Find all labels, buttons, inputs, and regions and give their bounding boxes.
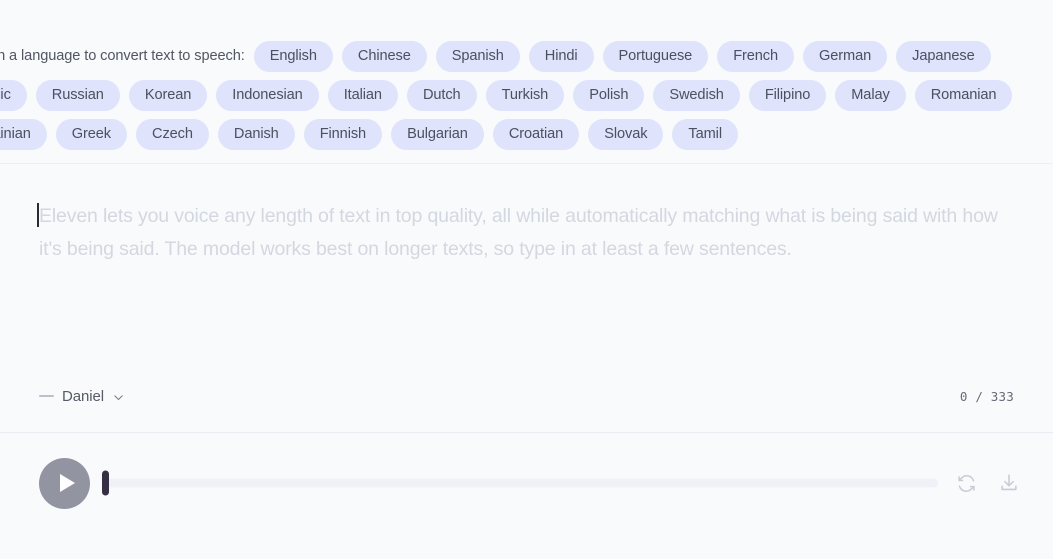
audio-player-controls [39, 457, 1021, 509]
language-chip[interactable]: Japanese [896, 41, 991, 72]
language-chip[interactable]: Italian [327, 80, 398, 111]
regenerate-button[interactable] [954, 471, 978, 495]
language-prompt-label: Click on a language to convert text to s… [0, 48, 245, 64]
text-to-speech-app: Click on a language to convert text to s… [0, 0, 1053, 559]
language-chip[interactable]: Turkish [485, 80, 565, 111]
language-chip[interactable]: Slovak [588, 119, 664, 150]
play-button[interactable] [39, 457, 90, 509]
language-chip[interactable]: Chinese [341, 41, 427, 72]
voice-selector-label: Daniel [62, 387, 104, 405]
language-chip[interactable]: Spanish [435, 41, 520, 72]
language-chip[interactable]: French [717, 41, 795, 72]
text-caret [37, 203, 39, 227]
language-chip[interactable]: Ukrainian [0, 119, 47, 150]
language-chip[interactable]: Tamil [672, 119, 738, 150]
player-action-buttons [954, 471, 1021, 495]
character-counter: 0 / 333 [959, 388, 1014, 404]
editor-footer: Daniel 0 / 333 [0, 385, 1053, 407]
language-chip[interactable]: Russian [35, 80, 120, 111]
language-chip[interactable]: Danish [217, 119, 295, 150]
chevron-down-icon [112, 391, 125, 404]
language-chip[interactable]: Dutch [406, 80, 477, 111]
download-button[interactable] [997, 471, 1021, 495]
text-input-area[interactable]: Eleven lets you voice any length of text… [37, 200, 1013, 265]
audio-progress-slider[interactable] [102, 470, 938, 496]
language-chip[interactable]: Polish [573, 80, 645, 111]
language-chip[interactable]: English [253, 41, 333, 72]
language-chip[interactable]: German [803, 41, 888, 72]
language-chip[interactable]: Romanian [914, 80, 1013, 111]
language-chip[interactable]: Portuguese [602, 41, 709, 72]
text-input-placeholder: Eleven lets you voice any length of text… [39, 205, 998, 260]
text-editor-panel[interactable]: Eleven lets you voice any length of text… [0, 164, 1053, 433]
audio-player-bar [0, 433, 1053, 559]
language-chip[interactable]: Korean [128, 80, 208, 111]
play-icon [59, 474, 75, 492]
language-chip[interactable]: Greek [55, 119, 127, 150]
refresh-icon [956, 473, 977, 494]
language-chip[interactable]: Arabic [0, 80, 27, 111]
language-selector-bar: Click on a language to convert text to s… [0, 0, 1053, 164]
language-chip[interactable]: Malay [835, 80, 906, 111]
language-chip[interactable]: Bulgarian [391, 119, 484, 150]
language-chip-row-container: Click on a language to convert text to s… [0, 41, 1053, 150]
language-chip[interactable]: Croatian [492, 119, 580, 150]
audio-progress-handle[interactable] [102, 470, 109, 496]
language-chip[interactable]: Indonesian [216, 80, 319, 111]
language-chip[interactable]: Finnish [303, 119, 383, 150]
language-chip[interactable]: Swedish [653, 80, 740, 111]
language-chip[interactable]: Czech [136, 119, 209, 150]
audio-progress-track [107, 478, 938, 488]
language-chip[interactable]: Filipino [748, 80, 827, 111]
minus-icon [39, 395, 54, 397]
voice-selector[interactable]: Daniel [39, 388, 125, 405]
language-chip[interactable]: Hindi [528, 41, 594, 72]
download-icon [998, 472, 1020, 494]
